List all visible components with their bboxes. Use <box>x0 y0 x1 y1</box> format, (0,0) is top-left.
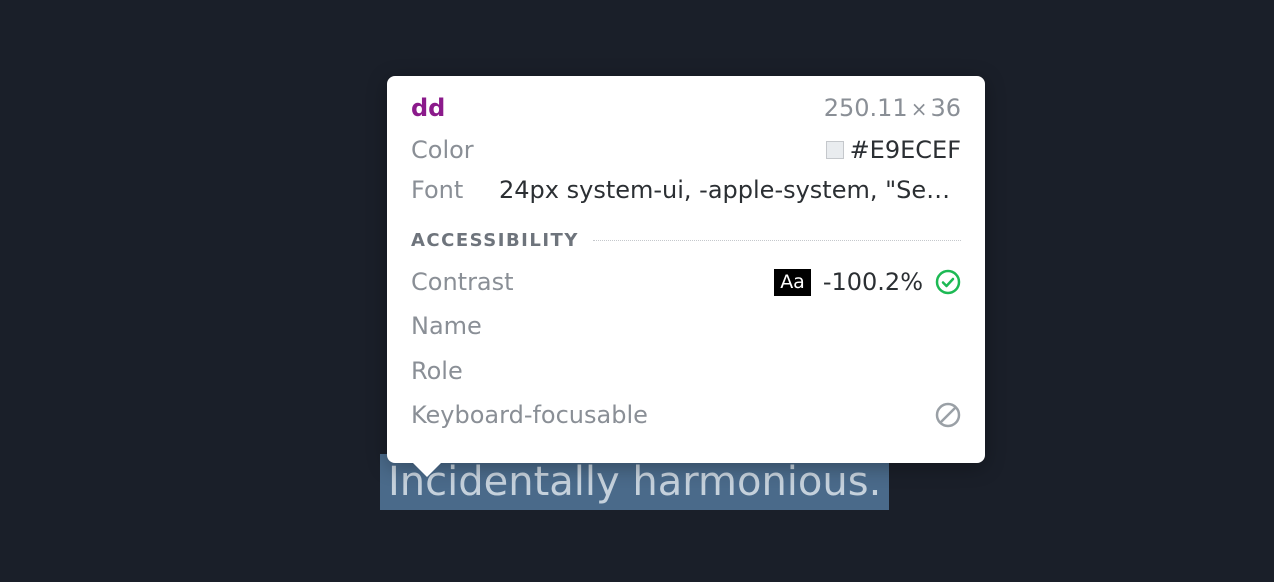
color-label: Color <box>411 132 499 168</box>
font-label: Font <box>411 172 499 208</box>
font-info-row: Font 24px system-ui, -apple-system, "Seg… <box>411 172 961 208</box>
name-label: Name <box>411 307 482 345</box>
color-value-wrap: #E9ECEF <box>826 132 961 168</box>
role-label: Role <box>411 352 463 390</box>
color-info-row: Color #E9ECEF <box>411 132 961 168</box>
role-row: Role <box>411 352 961 390</box>
contrast-value-group: Aa -100.2% <box>774 263 961 301</box>
contrast-percentage: -100.2% <box>823 263 923 301</box>
section-divider <box>593 240 961 241</box>
element-tag-name: dd <box>411 94 445 122</box>
accessibility-title: ACCESSIBILITY <box>411 230 579 251</box>
element-inspector-tooltip: dd 250.11×36 Color #E9ECEF Font 24px sys… <box>387 76 985 463</box>
keyboard-focusable-row: Keyboard-focusable <box>411 396 961 434</box>
font-value: 24px system-ui, -apple-system, "Segoe… <box>499 172 961 208</box>
keyboard-focusable-value <box>935 402 961 428</box>
check-circle-icon <box>935 269 961 295</box>
contrast-badge: Aa <box>774 269 811 296</box>
contrast-row: Contrast Aa -100.2% <box>411 263 961 301</box>
color-swatch-icon <box>826 141 844 159</box>
dimension-separator: × <box>911 97 928 121</box>
color-value: #E9ECEF <box>850 132 961 168</box>
accessibility-section-header: ACCESSIBILITY <box>411 230 961 251</box>
name-row: Name <box>411 307 961 345</box>
dimension-height: 36 <box>930 94 961 122</box>
block-icon <box>935 402 961 428</box>
element-dimensions: 250.11×36 <box>824 94 961 122</box>
tooltip-header: dd 250.11×36 <box>411 94 961 122</box>
contrast-label: Contrast <box>411 263 514 301</box>
keyboard-focusable-label: Keyboard-focusable <box>411 396 648 434</box>
dimension-width: 250.11 <box>824 94 908 122</box>
